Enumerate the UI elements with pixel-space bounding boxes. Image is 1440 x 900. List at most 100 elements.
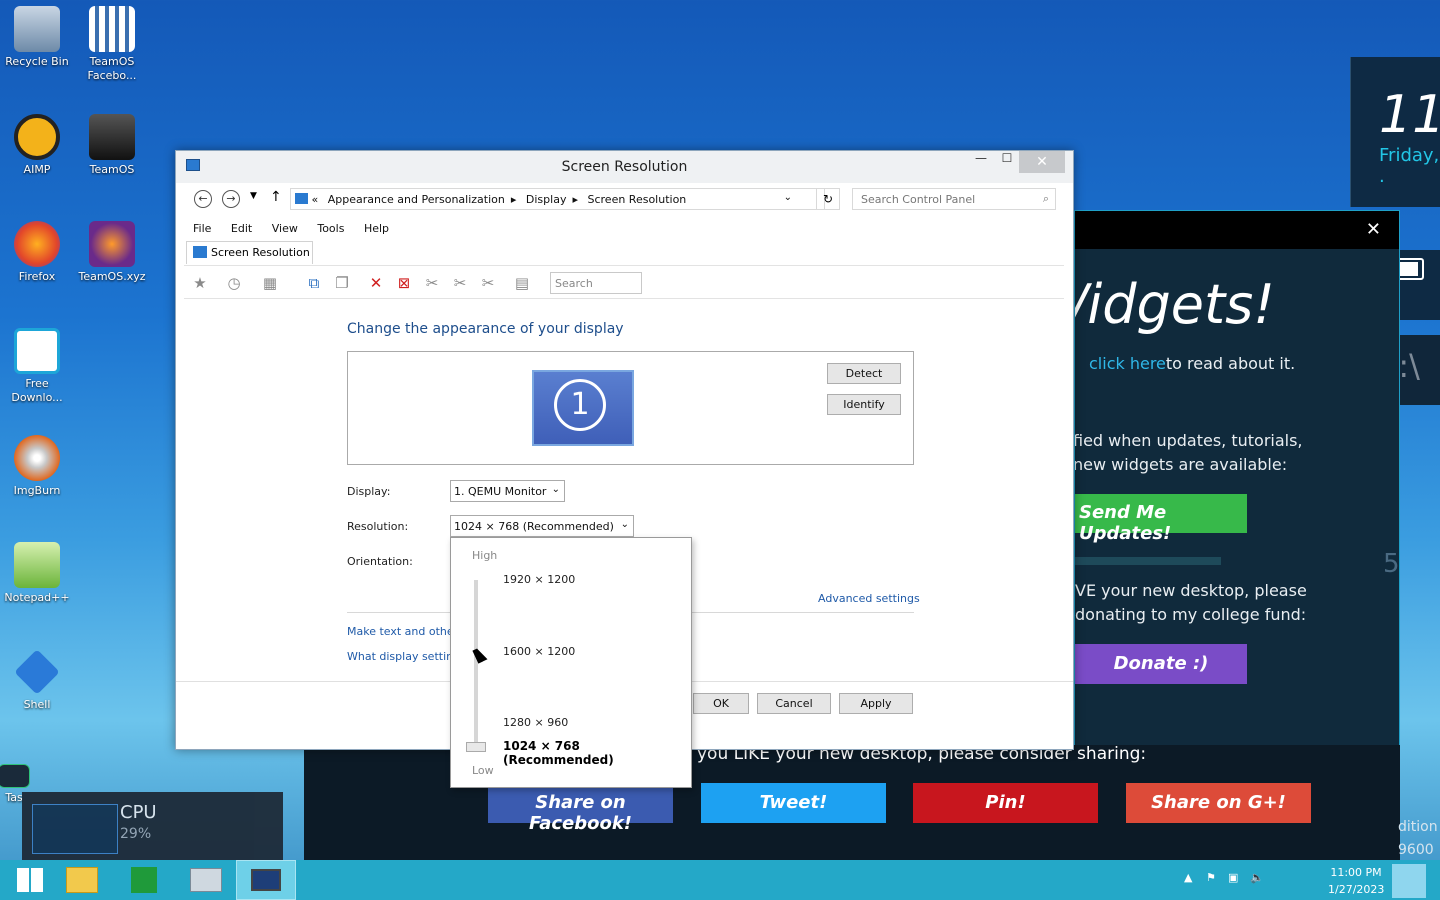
send-me-updates-button[interactable]: Send Me Updates! — [1075, 494, 1247, 544]
taskbar-clock[interactable]: 11:00 PM 1/27/2023 — [1328, 864, 1384, 898]
tab-label: Screen Resolution — [211, 246, 310, 259]
desktop-icon-notepadpp[interactable]: Notepad++ — [2, 542, 72, 605]
tab-screen-resolution[interactable]: Screen Resolution — [186, 241, 313, 264]
taskbar-store[interactable] — [114, 860, 174, 900]
back-button[interactable]: ← — [194, 190, 212, 208]
search-control-panel-input[interactable]: Search Control Panel ⌕ — [852, 188, 1056, 210]
cut-more-icon[interactable]: ✂ — [478, 274, 498, 292]
menu-tools[interactable]: Tools — [317, 222, 344, 235]
monitor-number: 1 — [554, 379, 606, 431]
flag-icon[interactable]: ⚑ — [1206, 871, 1216, 884]
ok-button[interactable]: OK — [693, 693, 749, 714]
teamos-icon — [89, 114, 135, 160]
menu-view[interactable]: View — [272, 222, 298, 235]
identify-button[interactable]: Identify — [827, 394, 901, 415]
start-button[interactable] — [0, 860, 60, 900]
tray-expand-icon[interactable]: ▲ — [1184, 871, 1192, 884]
desktop-icon-label: Free Downlo... — [11, 377, 63, 404]
promo-click-here-link[interactable]: click here — [1089, 354, 1166, 373]
donate-line-1: VE your new desktop, please — [1075, 581, 1307, 600]
resolution-select[interactable]: 1024 × 768 (Recommended) ⌄ — [450, 515, 634, 537]
breadcrumb-screen-resolution[interactable]: Screen Resolution — [587, 193, 686, 206]
taskbar-task-manager[interactable] — [176, 860, 236, 900]
store-bag-icon — [131, 867, 157, 893]
pin-button[interactable]: Pin! — [913, 783, 1098, 823]
view-options-icon[interactable]: ▤ — [512, 274, 532, 292]
resolution-option[interactable]: 1920 × 1200 — [503, 573, 575, 586]
share-facebook-button[interactable]: Share on Facebook! — [488, 783, 673, 834]
volume-muted-icon[interactable]: 🔈 — [1250, 871, 1264, 884]
close-icon[interactable]: ✕ — [1366, 219, 1381, 240]
menu-help[interactable]: Help — [364, 222, 389, 235]
favorites-star-icon[interactable]: ★ — [190, 274, 210, 292]
desktop-icon-free-download[interactable]: Free Downlo... — [2, 328, 72, 405]
cpu-graph — [32, 804, 118, 854]
menu-file[interactable]: File — [193, 222, 211, 235]
taskbar: ▲ ⚑ ▣ 🔈 — [0, 860, 1440, 900]
donate-button[interactable]: Donate :) — [1075, 644, 1247, 684]
toolbar-search-input[interactable]: Search — [550, 272, 642, 294]
user-avatar[interactable] — [1392, 864, 1426, 898]
make-text-link[interactable]: Make text and other — [347, 625, 458, 638]
cut-icon[interactable]: ✂ — [422, 274, 442, 292]
recent-pages-chevron-icon[interactable]: ▼ — [250, 191, 257, 201]
breadcrumb-display[interactable]: Display — [526, 193, 567, 206]
forward-button[interactable]: → — [222, 190, 240, 208]
resolution-option[interactable]: 1600 × 1200 — [503, 645, 575, 658]
folder-icon[interactable]: ▦ — [260, 274, 280, 292]
resolution-option-selected[interactable]: 1024 × 768 (Recommended) — [503, 739, 691, 767]
history-clock-icon[interactable]: ◷ — [224, 274, 244, 292]
cut-alt-icon[interactable]: ✂ — [450, 274, 470, 292]
minimize-button[interactable]: — — [967, 151, 995, 173]
breadcrumb-overflow[interactable]: « — [312, 193, 319, 206]
folder-icon — [66, 867, 98, 893]
menu-edit[interactable]: Edit — [231, 222, 252, 235]
window-titlebar[interactable]: Screen Resolution — ☐ ✕ — [176, 151, 1073, 183]
share-gplus-button[interactable]: Share on G+! — [1126, 783, 1311, 823]
taskbar-screen-resolution[interactable] — [236, 860, 296, 900]
monitor-1[interactable]: 1 — [532, 370, 634, 446]
edition-line-1: dition — [1398, 819, 1438, 835]
desktop-icon-teamos-xyz[interactable]: TeamOS.xyz — [77, 221, 147, 284]
recycle-bin-icon — [14, 6, 60, 52]
cancel-button[interactable]: Cancel — [757, 693, 831, 714]
refresh-button[interactable]: ↻ — [816, 188, 840, 210]
desktop-icon-recycle-bin[interactable]: Recycle Bin — [2, 6, 72, 69]
monitor-arrangement-box: 1 Detect Identify — [347, 351, 914, 465]
desktop-icon-teamos-facebook[interactable]: TeamOS Facebo... — [77, 6, 147, 83]
promo-fifty: 50 — [1383, 549, 1400, 579]
grid-shortcut-icon — [89, 6, 135, 52]
delete-window-icon[interactable]: ⊠ — [394, 274, 414, 292]
maximize-button[interactable]: ☐ — [993, 151, 1021, 173]
edition-line-2: 9600 — [1398, 842, 1434, 858]
window-close-button[interactable]: ✕ — [1019, 151, 1065, 173]
desktop-icon-firefox[interactable]: Firefox — [2, 221, 72, 284]
copy-window-icon[interactable]: ❐ — [332, 274, 352, 292]
address-dropdown-chevron-icon[interactable]: ⌄ — [784, 192, 792, 203]
desktop-icon-teamos[interactable]: TeamOS — [77, 114, 147, 177]
new-window-icon[interactable]: ⧉ — [304, 274, 324, 292]
resolution-slider-track[interactable] — [474, 580, 478, 750]
promo-link-suffix: to read about it. — [1165, 354, 1296, 373]
detect-button[interactable]: Detect — [827, 363, 901, 384]
address-bar[interactable]: « Appearance and Personalization ▸ Displa… — [290, 188, 825, 210]
advanced-settings-link[interactable]: Advanced settings — [818, 592, 920, 605]
network-icon[interactable]: ▣ — [1228, 871, 1238, 884]
aimp-icon — [14, 114, 60, 160]
resolution-option[interactable]: 1280 × 960 — [503, 716, 568, 729]
desktop-icon-imgburn[interactable]: ImgBurn — [2, 435, 72, 498]
display-settings-link[interactable]: What display setting — [347, 650, 460, 663]
breadcrumb-appearance[interactable]: Appearance and Personalization — [328, 193, 505, 206]
up-arrow-icon[interactable]: ↑ — [270, 189, 282, 205]
desktop-icon-shell[interactable]: Shell — [2, 649, 72, 712]
delete-x-icon[interactable]: ✕ — [366, 274, 386, 292]
display-select[interactable]: 1. QEMU Monitor ⌄ — [450, 480, 565, 502]
apply-button[interactable]: Apply — [839, 693, 913, 714]
resolution-slider-thumb[interactable] — [466, 742, 486, 752]
taskbar-file-explorer[interactable] — [52, 860, 112, 900]
clock-time: 11. — [1379, 85, 1440, 145]
promo-titlebar: ✕ — [1075, 211, 1399, 249]
promo-divider — [1075, 557, 1221, 565]
desktop-icon-aimp[interactable]: AIMP — [2, 114, 72, 177]
tweet-button[interactable]: Tweet! — [701, 783, 886, 823]
